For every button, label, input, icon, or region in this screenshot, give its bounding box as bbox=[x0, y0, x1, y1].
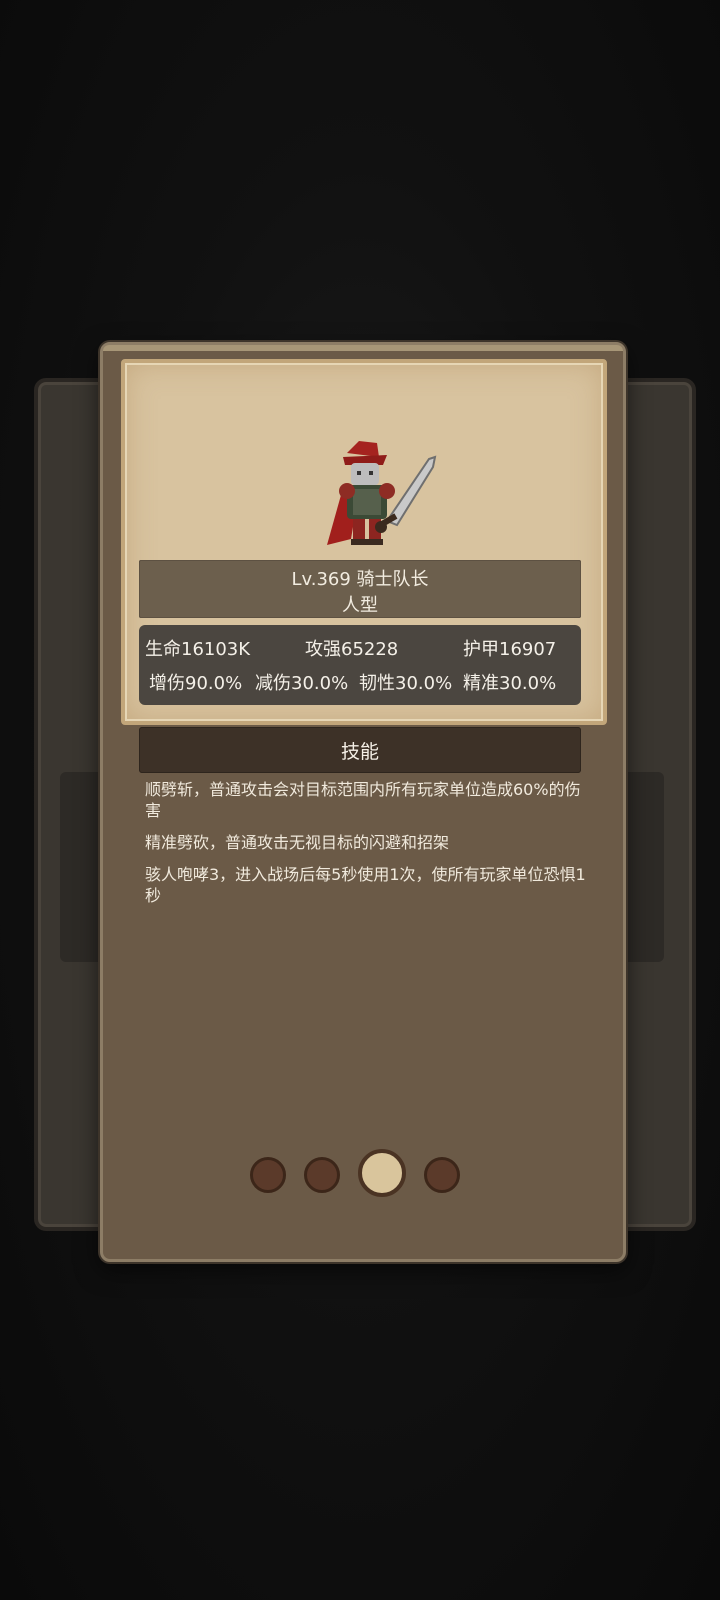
portrait-card: Lv.369 骑士队长 人型 生命16103K 攻强65228 护甲16907 … bbox=[121, 359, 607, 725]
page-dot-3-active[interactable] bbox=[358, 1149, 406, 1197]
stat-damage-increase: 增伤90.0% bbox=[149, 673, 243, 694]
skills-header-label: 技能 bbox=[340, 741, 379, 763]
monster-name-bar: Lv.369 骑士队长 人型 bbox=[139, 560, 581, 618]
monster-info-dialog[interactable]: Lv.369 骑士队长 人型 生命16103K 攻强65228 护甲16907 … bbox=[100, 342, 626, 1262]
skill-item: 骇人咆哮3，进入战场后每5秒使用1次，使所有玩家单位恐惧1秒 bbox=[145, 865, 586, 905]
skill-item: 精准劈砍，普通攻击无视目标的闪避和招架 bbox=[145, 833, 450, 852]
stat-toughness: 韧性30.0% bbox=[359, 673, 453, 694]
page-dot-2[interactable] bbox=[304, 1157, 340, 1193]
game-screen: Lv.369 骑士队长 人型 生命16103K 攻强65228 护甲16907 … bbox=[0, 0, 720, 1600]
page-indicator bbox=[103, 1149, 623, 1197]
skills-list: 顺劈斩，普通攻击会对目标范围内所有玩家单位造成60%的伤害 精准劈砍，普通攻击无… bbox=[145, 779, 589, 917]
monster-type: 人型 bbox=[342, 595, 378, 616]
stat-damage-reduction: 减伤30.0% bbox=[255, 673, 349, 694]
page-dot-4[interactable] bbox=[424, 1157, 460, 1193]
stat-hp: 生命16103K bbox=[145, 639, 251, 660]
stat-armor: 护甲16907 bbox=[463, 639, 557, 660]
page-dot-1[interactable] bbox=[250, 1157, 286, 1193]
stat-attack: 攻强65228 bbox=[305, 639, 399, 660]
stats-panel: 生命16103K 攻强65228 护甲16907 增伤90.0% 减伤30.0%… bbox=[139, 625, 581, 705]
skills-header: 技能 bbox=[139, 727, 581, 773]
monster-level-name: Lv.369 骑士队长 bbox=[291, 569, 429, 590]
stat-accuracy: 精准30.0% bbox=[463, 673, 557, 694]
skill-item: 顺劈斩，普通攻击会对目标范围内所有玩家单位造成60%的伤害 bbox=[145, 780, 581, 820]
knight-captain-portrait bbox=[327, 441, 437, 545]
